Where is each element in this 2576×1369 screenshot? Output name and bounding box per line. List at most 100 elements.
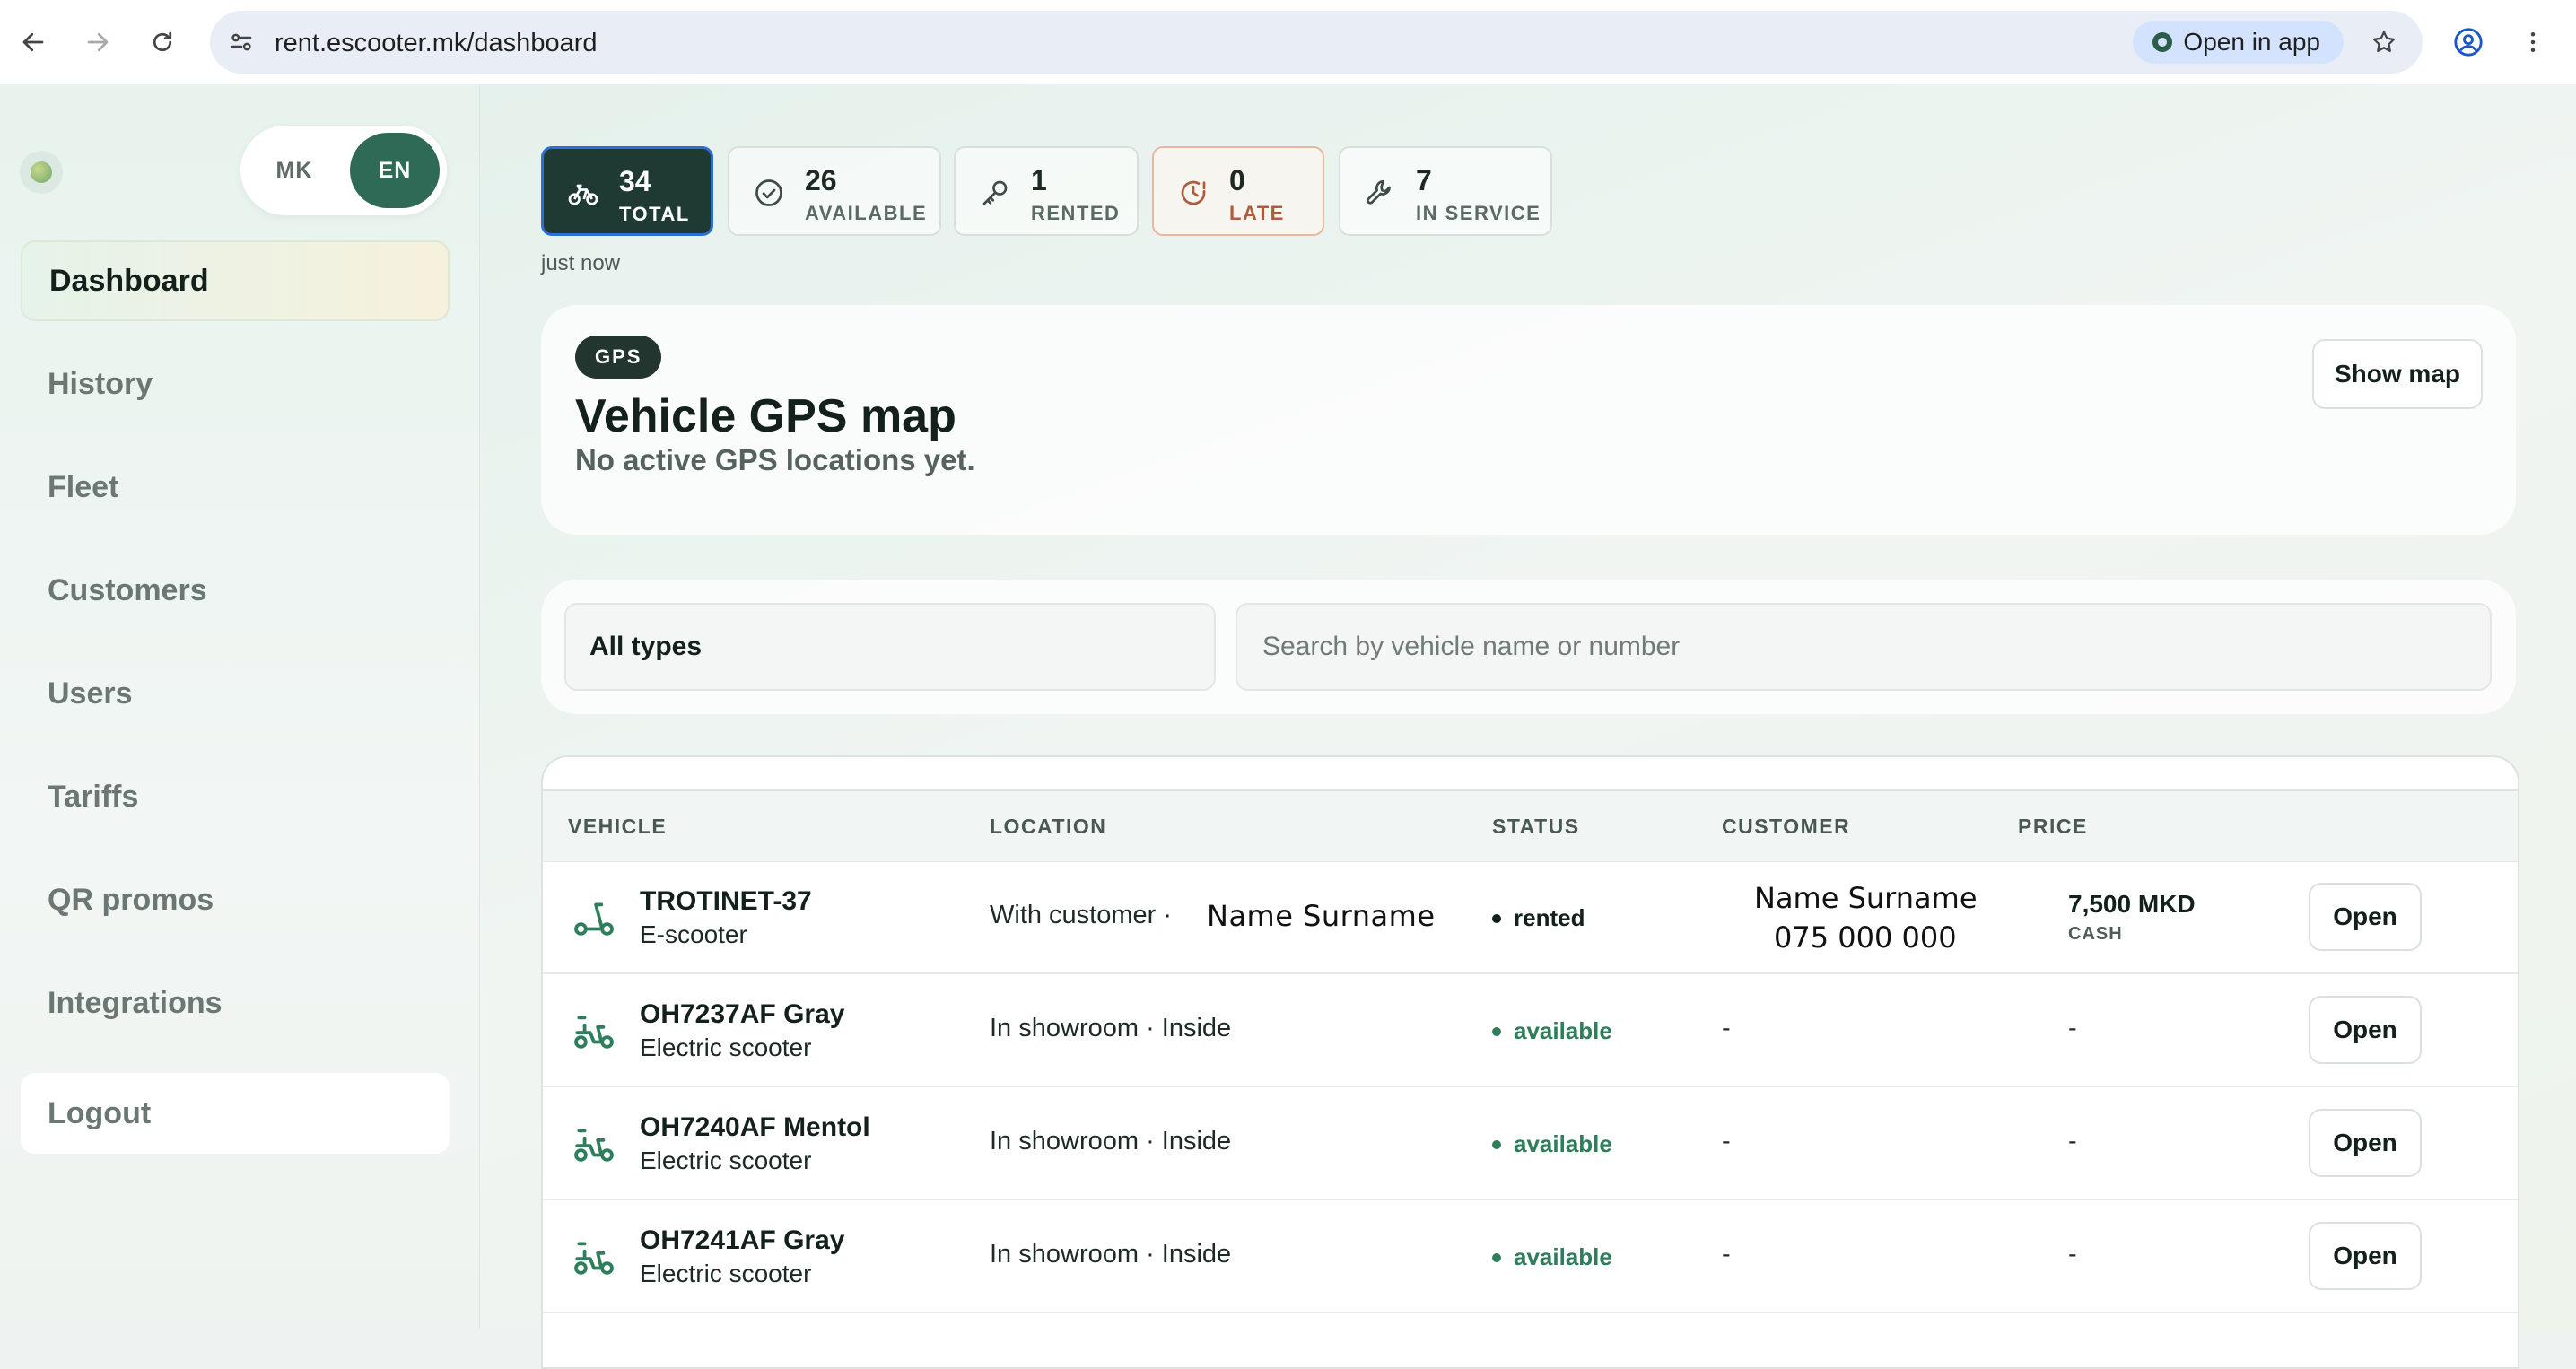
forward-arrow-icon [87, 32, 109, 52]
status-dot [1492, 1139, 1501, 1149]
open-vehicle-button[interactable]: Open [2309, 996, 2422, 1064]
vehicle-type: Electric scooter [640, 1033, 812, 1061]
open-vehicle-button[interactable]: Open [2309, 1222, 2422, 1290]
sidebar-item-customers[interactable]: Customers [21, 550, 450, 631]
main-content: 34 TOTAL 26 AVAILABLE 1 RENTED 0 LATE 7 … [480, 84, 2576, 1369]
vehicles-table: VEHICLE LOCATION STATUS CUSTOMER PRICE T… [541, 755, 2519, 1369]
customer-empty: - [1722, 1014, 1731, 1042]
table-row[interactable]: OH7237AF Gray Electric scooter In showro… [543, 972, 2518, 1087]
app-icon [2152, 32, 2173, 52]
vehicle-name[interactable]: TROTINET-37 [640, 886, 812, 917]
price-empty: - [2068, 1240, 2077, 1269]
price-empty: - [2068, 1127, 2077, 1155]
stat-late-value: 0 [1229, 164, 1245, 196]
lang-mk-button[interactable]: MK [249, 133, 339, 208]
column-price: PRICE [2018, 815, 2088, 838]
show-map-button[interactable]: Show map [2312, 339, 2483, 409]
vehicle-location: In showroom · Inside [990, 1240, 1232, 1269]
sidebar-item-fleet[interactable]: Fleet [21, 447, 450, 528]
clock-alert-icon [1175, 175, 1211, 211]
more-vert-icon [2530, 32, 2536, 52]
payment-method: CASH [2068, 924, 2123, 944]
kick-scooter-icon [574, 902, 614, 936]
back-button[interactable] [11, 20, 56, 65]
status-text: available [1514, 1130, 1612, 1157]
stat-total-label: TOTAL [619, 203, 690, 225]
vehicle-search-input[interactable] [1236, 603, 2492, 691]
star-icon[interactable] [2371, 29, 2397, 56]
table-row[interactable]: TROTINET-37 E-scooter With customer · Na… [543, 859, 2518, 974]
stat-available[interactable]: 26 AVAILABLE [728, 146, 941, 236]
sidebar-item-users[interactable]: Users [21, 653, 450, 734]
stat-available-label: AVAILABLE [805, 202, 928, 224]
lang-en-button[interactable]: EN [350, 133, 440, 208]
brand-logo [20, 151, 63, 194]
stat-in-service-value: 7 [1416, 164, 1432, 196]
stat-rented[interactable]: 1 RENTED [954, 146, 1139, 236]
vehicle-name[interactable]: OH7241AF Gray [640, 1225, 844, 1256]
site-settings-icon[interactable] [228, 29, 255, 56]
customer-name: Name Surname [1754, 881, 1978, 915]
reload-button[interactable] [140, 20, 185, 65]
stat-available-value: 26 [805, 164, 837, 196]
logout-button[interactable]: Logout [21, 1073, 450, 1154]
table-row[interactable]: OH7241AF Gray Electric scooter In showro… [543, 1199, 2518, 1313]
language-toggle: MK EN [240, 126, 447, 215]
column-location: LOCATION [990, 815, 1107, 838]
open-vehicle-button[interactable]: Open [2309, 883, 2422, 951]
open-in-app-button[interactable]: Open in app [2133, 21, 2344, 64]
customer-empty: - [1722, 1127, 1731, 1155]
vehicle-type: E-scooter [640, 920, 747, 948]
customer-empty: - [1722, 1240, 1731, 1269]
logo-icon [31, 161, 52, 183]
gps-map-card: GPS Vehicle GPS map No active GPS locati… [541, 305, 2516, 535]
vehicle-type: Electric scooter [640, 1260, 812, 1287]
vehicle-type: Electric scooter [640, 1147, 812, 1174]
status-text: available [1514, 1243, 1612, 1270]
stat-rented-label: RENTED [1031, 202, 1121, 224]
status-dot [1492, 913, 1501, 923]
electric-scooter-icon [574, 1129, 614, 1162]
forward-button[interactable] [75, 20, 120, 65]
vehicle-type-select[interactable]: All types [564, 603, 1216, 691]
stat-in-service[interactable]: 7 IN SERVICE [1339, 146, 1552, 236]
gps-badge: GPS [575, 336, 662, 379]
column-vehicle: VEHICLE [568, 815, 668, 838]
sidebar: MK EN Dashboard History Fleet Customers … [0, 84, 480, 1329]
price-empty: - [2068, 1014, 2077, 1042]
gps-title: Vehicle GPS map [575, 390, 956, 442]
table-header: VEHICLE LOCATION STATUS CUSTOMER PRICE [543, 789, 2518, 862]
sidebar-item-dashboard[interactable]: Dashboard [21, 240, 450, 321]
status-badge: available [1492, 1243, 1612, 1271]
status-dot [1492, 1252, 1501, 1262]
stat-total[interactable]: 34 TOTAL [541, 146, 713, 236]
wrench-icon [1362, 175, 1398, 211]
filter-bar: All types [541, 580, 2516, 714]
sidebar-item-tariffs[interactable]: Tariffs [21, 756, 450, 837]
electric-scooter-icon [574, 1016, 614, 1049]
column-customer: CUSTOMER [1722, 815, 1851, 838]
status-dot [1492, 1026, 1501, 1036]
status-badge: rented [1492, 904, 1585, 932]
sidebar-item-qr-promos[interactable]: QR promos [21, 859, 450, 940]
vehicle-name[interactable]: OH7240AF Mentol [640, 1112, 870, 1143]
vehicle-name[interactable]: OH7237AF Gray [640, 999, 844, 1030]
table-row[interactable]: OH7240AF Mentol Electric scooter In show… [543, 1086, 2518, 1200]
profile-button[interactable] [2446, 20, 2491, 65]
last-updated: just now [541, 251, 621, 275]
open-vehicle-button[interactable]: Open [2309, 1109, 2422, 1177]
stat-late-label: LATE [1229, 202, 1285, 224]
browser-menu-button[interactable] [2511, 20, 2555, 65]
status-text: rented [1514, 904, 1585, 931]
sidebar-item-history[interactable]: History [21, 344, 450, 424]
url-text[interactable]: rent.escooter.mk/dashboard [275, 29, 597, 58]
status-text: available [1514, 1017, 1612, 1044]
vehicle-location: In showroom · Inside [990, 1127, 1232, 1155]
sidebar-item-integrations[interactable]: Integrations [21, 963, 450, 1043]
reload-icon [153, 31, 172, 52]
status-badge: available [1492, 1130, 1612, 1158]
electric-scooter-icon [574, 1242, 614, 1275]
stat-rented-value: 1 [1031, 164, 1047, 196]
stat-late[interactable]: 0 LATE [1152, 146, 1324, 236]
address-bar[interactable]: rent.escooter.mk/dashboard Open in app [210, 11, 2423, 74]
